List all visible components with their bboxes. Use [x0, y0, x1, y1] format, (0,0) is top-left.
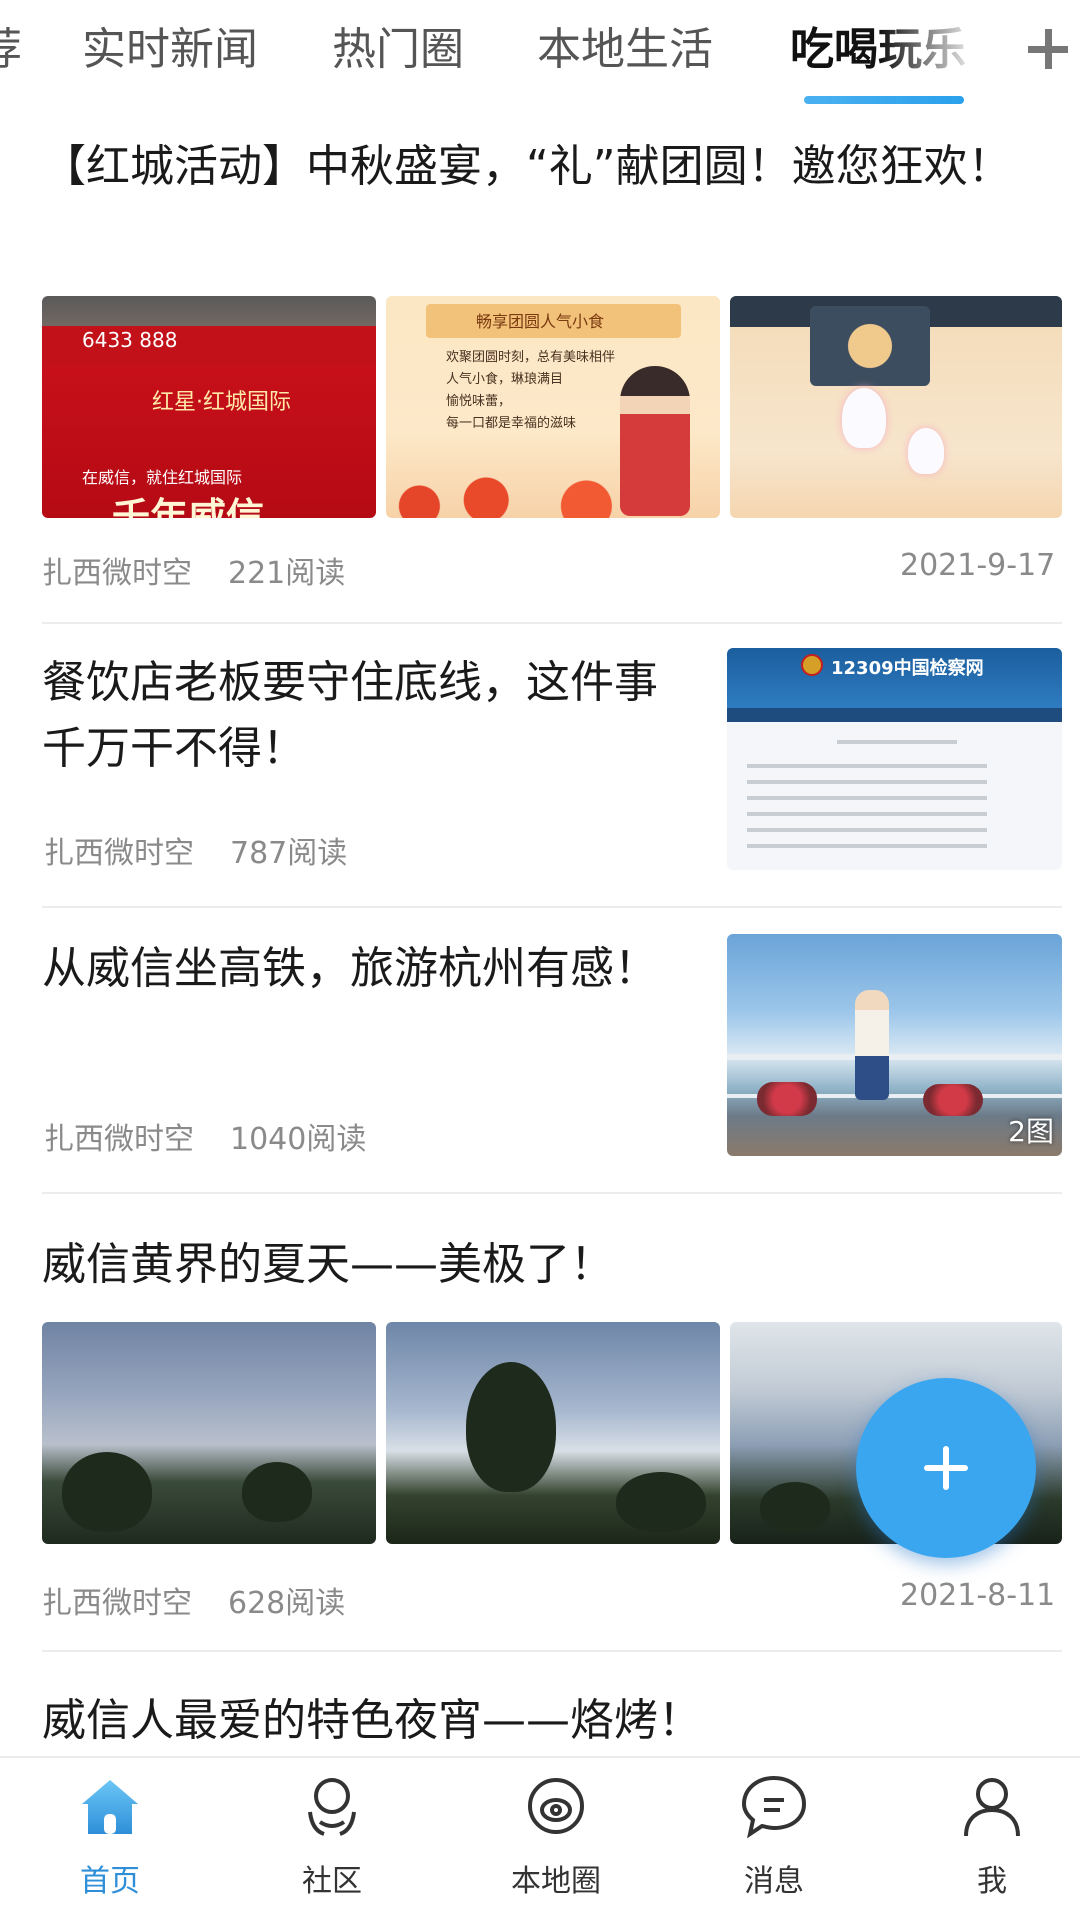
article-read-count: 628阅读 [228, 1586, 346, 1621]
message-icon [741, 1775, 807, 1839]
tab-realtime-news[interactable]: 实时新闻 [82, 22, 258, 78]
divider [42, 1650, 1062, 1652]
image-text-line: 愉悦味蕾， [446, 394, 512, 409]
nav-messages[interactable]: 消息 [704, 1758, 844, 1920]
divider [42, 1192, 1062, 1194]
image-text-line: 人气小食，琳琅满目 [446, 372, 564, 387]
tab-fade [880, 10, 980, 90]
divider [42, 906, 1062, 908]
top-tab-bar: 荐 实时新闻 热门圈 本地生活 吃喝玩乐 [0, 0, 1080, 112]
article-image[interactable] [386, 1322, 720, 1544]
image-count-badge: 2图 [1008, 1115, 1054, 1148]
nav-home[interactable]: 首页 [40, 1758, 180, 1920]
article-image[interactable] [42, 1322, 376, 1544]
article-image[interactable]: 2图 [727, 934, 1062, 1156]
image-headline-text: 千年威信 [112, 495, 265, 518]
article-image[interactable]: 6433 888 红星·红城国际 在威信，就住红城国际 千年威信 [42, 296, 376, 518]
nav-label: 本地圈 [511, 1864, 601, 1899]
user-icon [964, 1778, 1020, 1837]
article-item[interactable]: 从威信坐高铁，旅游杭州有感！ [42, 936, 662, 1002]
article-image[interactable]: 畅享团圆人气小食 欢聚团圆时刻，总有美味相伴 人气小食，琳琅满目 愉悦味蕾， 每… [386, 296, 720, 518]
article-title[interactable]: 【红城活动】中秋盛宴，“礼”献团圆！邀您狂欢！ [42, 134, 1062, 200]
article-image[interactable] [730, 296, 1062, 518]
article-meta: 扎西微时空 628阅读 [42, 1578, 381, 1622]
image-brand-text: 红星·红城国际 [152, 390, 291, 415]
image-text-line: 欢聚团圆时刻，总有美味相伴 [446, 350, 616, 365]
article-title[interactable]: 威信黄界的夏天——美极了！ [42, 1232, 1062, 1298]
tab-local-life[interactable]: 本地生活 [537, 22, 713, 78]
active-tab-indicator [804, 96, 964, 104]
article-meta: 扎西微时空 1040阅读 [44, 1114, 402, 1158]
article-title[interactable]: 威信人最爱的特色夜宵——烙烤！ [42, 1688, 1062, 1754]
article-date: 2021-9-17 [900, 548, 1056, 583]
article-item[interactable]: 威信人最爱的特色夜宵——烙烤！ [42, 1688, 1062, 1754]
article-item[interactable]: 【红城活动】中秋盛宴，“礼”献团圆！邀您狂欢！ [42, 134, 1062, 200]
tab-hot-circles[interactable]: 热门圈 [332, 22, 464, 78]
article-read-count: 221阅读 [228, 556, 346, 591]
home-icon [82, 1780, 138, 1834]
article-date: 2021-8-11 [900, 1578, 1056, 1613]
article-item[interactable]: 威信黄界的夏天——美极了！ [42, 1232, 1062, 1298]
nav-label: 社区 [302, 1864, 362, 1899]
bottom-nav: 首页 社区 本地圈 消息 我 [0, 1756, 1080, 1920]
article-item[interactable]: 餐饮店老板要守住底线，这件事千万干不得！ [42, 650, 682, 782]
image-header-text: 畅享团圆人气小食 [476, 312, 605, 331]
article-source: 扎西微时空 [42, 556, 192, 591]
planet-icon [528, 1778, 584, 1834]
nav-me[interactable]: 我 [922, 1758, 1062, 1920]
nav-label: 我 [977, 1864, 1007, 1899]
article-read-count: 1040阅读 [230, 1122, 367, 1157]
image-slogan-text: 在威信，就住红城国际 [82, 468, 243, 487]
image-phone-text: 6433 888 [82, 328, 178, 352]
community-icon [308, 1778, 356, 1836]
article-read-count: 787阅读 [230, 836, 348, 871]
article-meta: 扎西微时空 787阅读 [44, 828, 383, 872]
image-header-text: 12309中国检察网 [831, 658, 984, 679]
article-source: 扎西微时空 [44, 836, 194, 871]
nav-label: 首页 [80, 1864, 140, 1899]
article-source: 扎西微时空 [42, 1586, 192, 1621]
article-meta: 扎西微时空 221阅读 [42, 548, 381, 592]
divider [42, 622, 1062, 624]
add-post-button[interactable] [856, 1378, 1036, 1558]
article-title[interactable]: 餐饮店老板要守住底线，这件事千万干不得！ [42, 650, 682, 782]
image-text-line: 每一口都是幸福的滋味 [446, 416, 577, 431]
nav-label: 消息 [744, 1864, 804, 1899]
nav-community[interactable]: 社区 [262, 1758, 402, 1920]
article-title[interactable]: 从威信坐高铁，旅游杭州有感！ [42, 936, 662, 1002]
article-source: 扎西微时空 [44, 1122, 194, 1157]
plus-icon[interactable] [1022, 20, 1080, 80]
article-image[interactable]: 12309中国检察网 [727, 648, 1062, 870]
nav-local-circle[interactable]: 本地圈 [486, 1758, 626, 1920]
tab-recommend[interactable]: 荐 [0, 22, 22, 78]
